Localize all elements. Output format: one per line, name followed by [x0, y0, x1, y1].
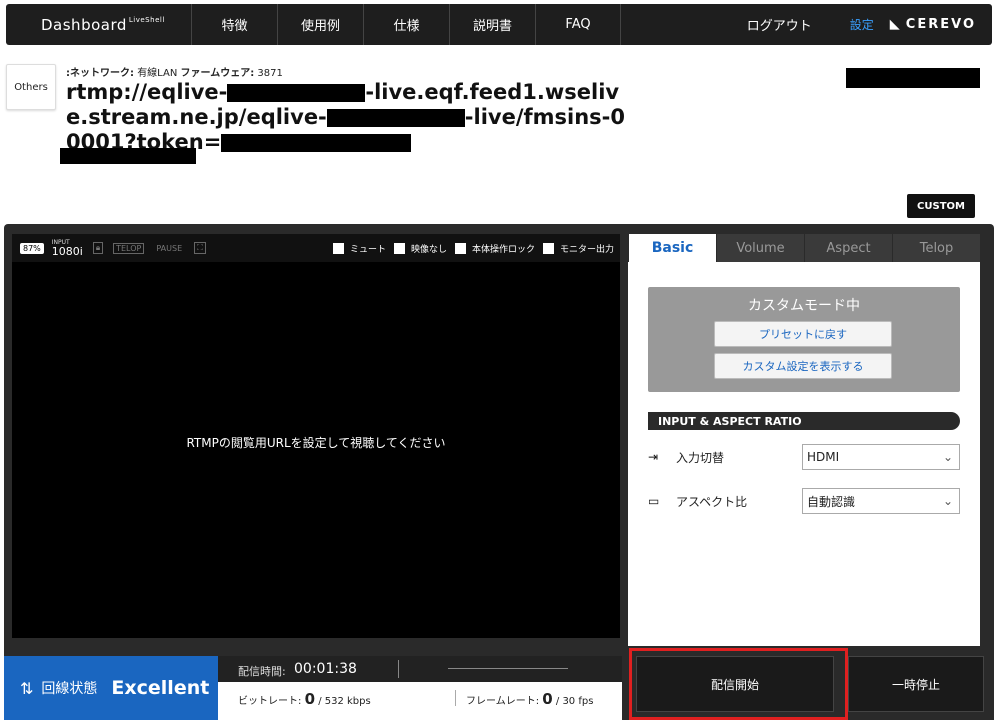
video-message: RTMPの閲覧用URLを設定して視聴してください	[186, 436, 446, 450]
video-toolbar: 87% INPUT 1080i 🔒︎ TELOP PAUSE ⛶ ミュート 映像…	[12, 234, 620, 262]
nav-right: ログアウト 設定 ◣ CEREVO	[747, 4, 992, 45]
input-switch-label: 入力切替	[676, 450, 725, 465]
framerate-max: / 30 fps	[555, 696, 594, 707]
firmware-value: 3871	[257, 68, 283, 79]
cerevo-logo-text: CEREVO	[905, 17, 976, 32]
preset-button[interactable]: プリセットに戻す	[714, 321, 892, 347]
top-nav: Dashboard LiveShell 特徴 使用例 仕様 説明書 FAQ ログア…	[6, 4, 992, 45]
tab-volume[interactable]: Volume	[716, 234, 804, 262]
nav-item-features[interactable]: 特徴	[191, 4, 277, 45]
pause-icon[interactable]: PAUSE	[154, 244, 184, 253]
nav-item-faq[interactable]: FAQ	[535, 4, 621, 45]
brand-logo[interactable]: Dashboard LiveShell	[6, 4, 191, 45]
bitrate: ビットレート: 0 / 532 kbps	[238, 690, 371, 708]
bitrate-value: 0	[304, 690, 315, 708]
connection-status: ⇅ 回線状態 Excellent	[4, 656, 218, 720]
show-custom-button[interactable]: カスタム設定を表示する	[714, 353, 892, 379]
brand-name: Dashboard	[41, 15, 127, 34]
checkbox-label: 映像なし	[410, 244, 447, 255]
chevron-down-icon: ⌄	[942, 450, 953, 464]
custom-mode-box: カスタムモード中 プリセットに戻す カスタム設定を表示する	[648, 287, 960, 392]
nav-item-specs[interactable]: 仕様	[363, 4, 449, 45]
framerate-label: フレームレート:	[466, 696, 540, 707]
checkbox-box[interactable]	[393, 242, 405, 254]
redacted-block	[60, 148, 196, 164]
settings-link[interactable]: 設定	[850, 16, 874, 33]
start-stream-button[interactable]: 配信開始	[636, 656, 834, 712]
select-value: HDMI	[807, 450, 840, 464]
lock-icon[interactable]: 🔒︎	[92, 242, 104, 254]
connection-value: Excellent	[111, 677, 210, 699]
firmware-label: ファームウェア:	[180, 68, 255, 79]
redacted-block	[846, 68, 980, 88]
control-panel: 87% INPUT 1080i 🔒︎ TELOP PAUSE ⛶ ミュート 映像…	[4, 224, 994, 720]
brand-sup: LiveShell	[128, 15, 165, 24]
network-value: 有線LAN	[137, 68, 178, 79]
input-switch-icon: ⇥	[648, 450, 659, 464]
logout-link[interactable]: ログアウト	[747, 15, 812, 34]
battery-indicator: 87%	[20, 242, 44, 254]
input-value: 1080i	[51, 244, 83, 258]
divider	[448, 668, 568, 669]
nav-item-use-cases[interactable]: 使用例	[277, 4, 363, 45]
tab-aspect[interactable]: Aspect	[804, 234, 892, 262]
aspect-select[interactable]: 自動認識 ⌄	[802, 488, 960, 514]
checkbox-label: モニター出力	[559, 244, 614, 255]
monitor-output-checkbox[interactable]: モニター出力	[542, 242, 614, 255]
select-value: 自動認識	[807, 494, 856, 509]
input-switch-row: ⇥ 入力切替 HDMI ⌄	[648, 444, 960, 470]
custom-button[interactable]: CUSTOM	[907, 194, 975, 218]
video-preview: 87% INPUT 1080i 🔒︎ TELOP PAUSE ⛶ ミュート 映像…	[12, 234, 620, 638]
redacted-block	[326, 109, 465, 127]
aspect-row: ▭ アスペクト比 自動認識 ⌄	[648, 488, 960, 514]
cerevo-mark-icon: ◣	[889, 17, 902, 32]
checkbox-box[interactable]	[454, 242, 466, 254]
device-lock-checkbox[interactable]: 本体操作ロック	[454, 242, 535, 255]
checkbox-label: ミュート	[349, 244, 386, 255]
tab-basic[interactable]: Basic	[628, 234, 716, 262]
checkbox-box[interactable]	[542, 242, 554, 254]
device-type-badge[interactable]: Others	[6, 64, 56, 110]
no-video-checkbox[interactable]: 映像なし	[393, 242, 447, 255]
pause-stream-button[interactable]: 一時停止	[848, 656, 984, 712]
basic-settings: カスタムモード中 プリセットに戻す カスタム設定を表示する INPUT & AS…	[628, 262, 980, 646]
framerate: フレームレート: 0 / 30 fps	[466, 690, 593, 708]
telop-icon[interactable]: TELOP	[113, 242, 145, 254]
tab-telop[interactable]: Telop	[892, 234, 980, 262]
crop-icon[interactable]: ⛶	[194, 242, 206, 254]
section-title: INPUT & ASPECT RATIO	[648, 412, 960, 430]
stream-time-value: 00:01:38	[294, 661, 357, 677]
input-indicator: INPUT 1080i	[52, 239, 83, 258]
mute-checkbox[interactable]: ミュート	[332, 242, 386, 255]
cerevo-logo: ◣ CEREVO	[890, 17, 976, 32]
divider	[398, 660, 399, 678]
bitrate-label: ビットレート:	[238, 696, 302, 707]
device-meta: :ネットワーク: 有線LAN ファームウェア: 3871	[66, 64, 283, 79]
stream-time-label: 配信時間:	[238, 665, 286, 678]
redacted-block	[221, 134, 412, 152]
divider	[455, 690, 456, 706]
updown-arrows-icon: ⇅	[20, 678, 34, 698]
chevron-down-icon: ⌄	[942, 494, 953, 508]
connection-label: 回線状態	[41, 681, 98, 697]
checkbox-label: 本体操作ロック	[471, 244, 535, 255]
settings-tabs: Basic Volume Aspect Telop	[628, 234, 980, 262]
redacted-block	[227, 84, 366, 102]
framerate-value: 0	[542, 690, 553, 708]
network-label: :ネットワーク:	[66, 68, 134, 79]
checkbox-box[interactable]	[332, 242, 344, 254]
url-part: rtmp://eqlive-	[66, 80, 228, 104]
screen-icon: ▭	[648, 494, 660, 508]
custom-mode-title: カスタムモード中	[748, 298, 860, 314]
stream-url: rtmp://eqlive- -live.eqf.feed1.wselive.st…	[66, 80, 636, 155]
aspect-label: アスペクト比	[676, 494, 748, 509]
bitrate-max: / 532 kbps	[318, 696, 371, 707]
video-checkboxes: ミュート 映像なし 本体操作ロック モニター出力	[325, 242, 614, 255]
nav-item-manual[interactable]: 説明書	[449, 4, 535, 45]
input-switch-select[interactable]: HDMI ⌄	[802, 444, 960, 470]
